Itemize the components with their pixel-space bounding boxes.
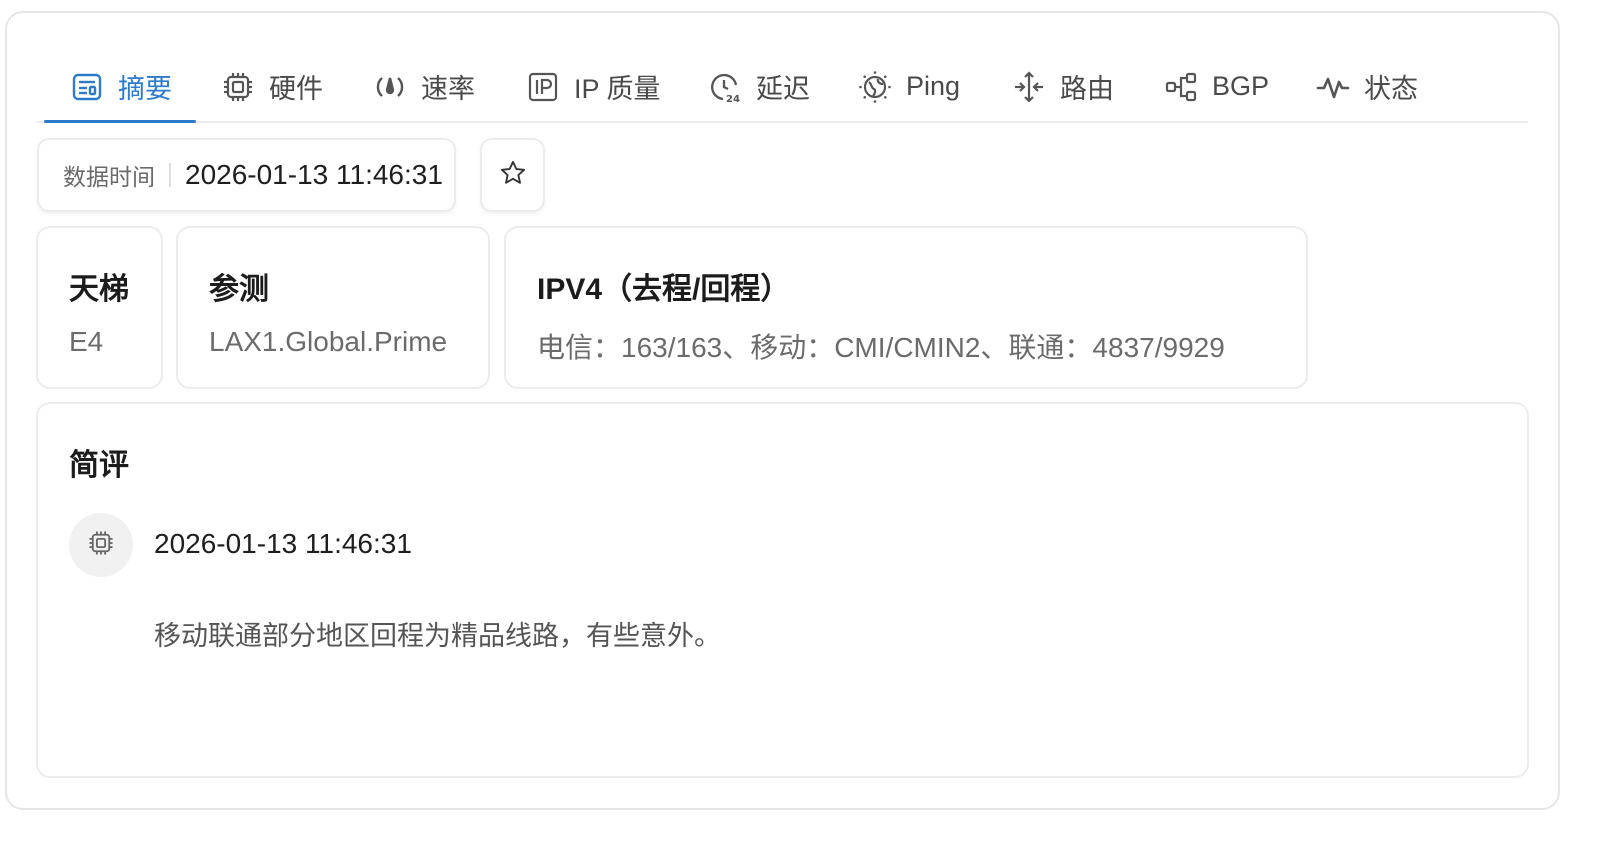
ipv4-route-title: IPV4（去程/回程）: [537, 273, 791, 306]
tab-hardware-label: 硬件: [269, 74, 323, 104]
latency-clock-icon: 24: [708, 70, 742, 104]
tab-summary[interactable]: 摘要: [44, 52, 196, 123]
ipv4-route-value: 电信：163/163、移动：CMI/CMIN2、联通：4837/9929: [537, 332, 1225, 363]
chip-icon: [87, 529, 115, 562]
tab-bgp-label: BGP: [1212, 71, 1270, 101]
tab-ip-quality[interactable]: IP 质量: [526, 52, 661, 121]
data-time-value: 2026-01-13 11:46:31: [185, 159, 443, 190]
divider: [169, 163, 171, 187]
favorite-button[interactable]: [480, 138, 545, 212]
data-time-box: 数据时间 2026-01-13 11:46:31: [37, 138, 456, 212]
tab-latency[interactable]: 24 延迟: [708, 52, 810, 121]
data-time-label: 数据时间: [63, 164, 155, 190]
tab-status-label: 状态: [1364, 74, 1418, 104]
avatar: [69, 513, 133, 577]
tab-status[interactable]: 状态: [1316, 52, 1418, 121]
test-node-title: 参测: [209, 273, 269, 306]
svg-text:24: 24: [726, 94, 740, 104]
bgp-icon: [1164, 70, 1198, 104]
pulse-icon: [1316, 70, 1350, 104]
speed-icon: [373, 70, 407, 104]
review-time: 2026-01-13 11:46:31: [154, 528, 412, 559]
tab-ip-quality-label: IP 质量: [574, 74, 661, 104]
test-node-value: LAX1.Global.Prime: [209, 326, 448, 357]
globe-icon: [858, 70, 892, 104]
tier-card: 天梯 E4: [36, 226, 163, 389]
tab-ping-label: Ping: [906, 71, 961, 101]
tab-ping[interactable]: Ping: [858, 52, 960, 121]
review-title: 简评: [69, 449, 129, 482]
tab-bgp[interactable]: BGP: [1164, 52, 1269, 121]
tab-latency-label: 延迟: [756, 74, 810, 104]
ip-icon: [526, 70, 560, 104]
tab-speed[interactable]: 速率: [373, 52, 475, 121]
tab-bar: 摘要 硬件 速率 IP 质量 24 延迟 Ping 路由 BGP 状态: [37, 52, 1528, 123]
tier-title: 天梯: [69, 273, 129, 306]
summary-icon: [70, 70, 104, 104]
tab-summary-label: 摘要: [118, 74, 172, 104]
ipv4-route-card: IPV4（去程/回程） 电信：163/163、移动：CMI/CMIN2、联通：4…: [504, 226, 1308, 389]
tab-route-label: 路由: [1060, 74, 1114, 104]
test-node-card: 参测 LAX1.Global.Prime: [176, 226, 490, 389]
tier-value: E4: [69, 326, 104, 357]
route-icon: [1012, 70, 1046, 104]
review-text: 移动联通部分地区回程为精品线路，有些意外。: [154, 621, 721, 651]
tab-hardware[interactable]: 硬件: [221, 52, 323, 121]
tab-speed-label: 速率: [421, 74, 475, 104]
tab-route[interactable]: 路由: [1012, 52, 1114, 121]
review-card: 简评 2026-01-13 11:46:31 移动联通部分地区回程为精品线路，有…: [36, 402, 1529, 778]
chip-icon: [221, 70, 255, 104]
star-icon: [499, 159, 527, 192]
